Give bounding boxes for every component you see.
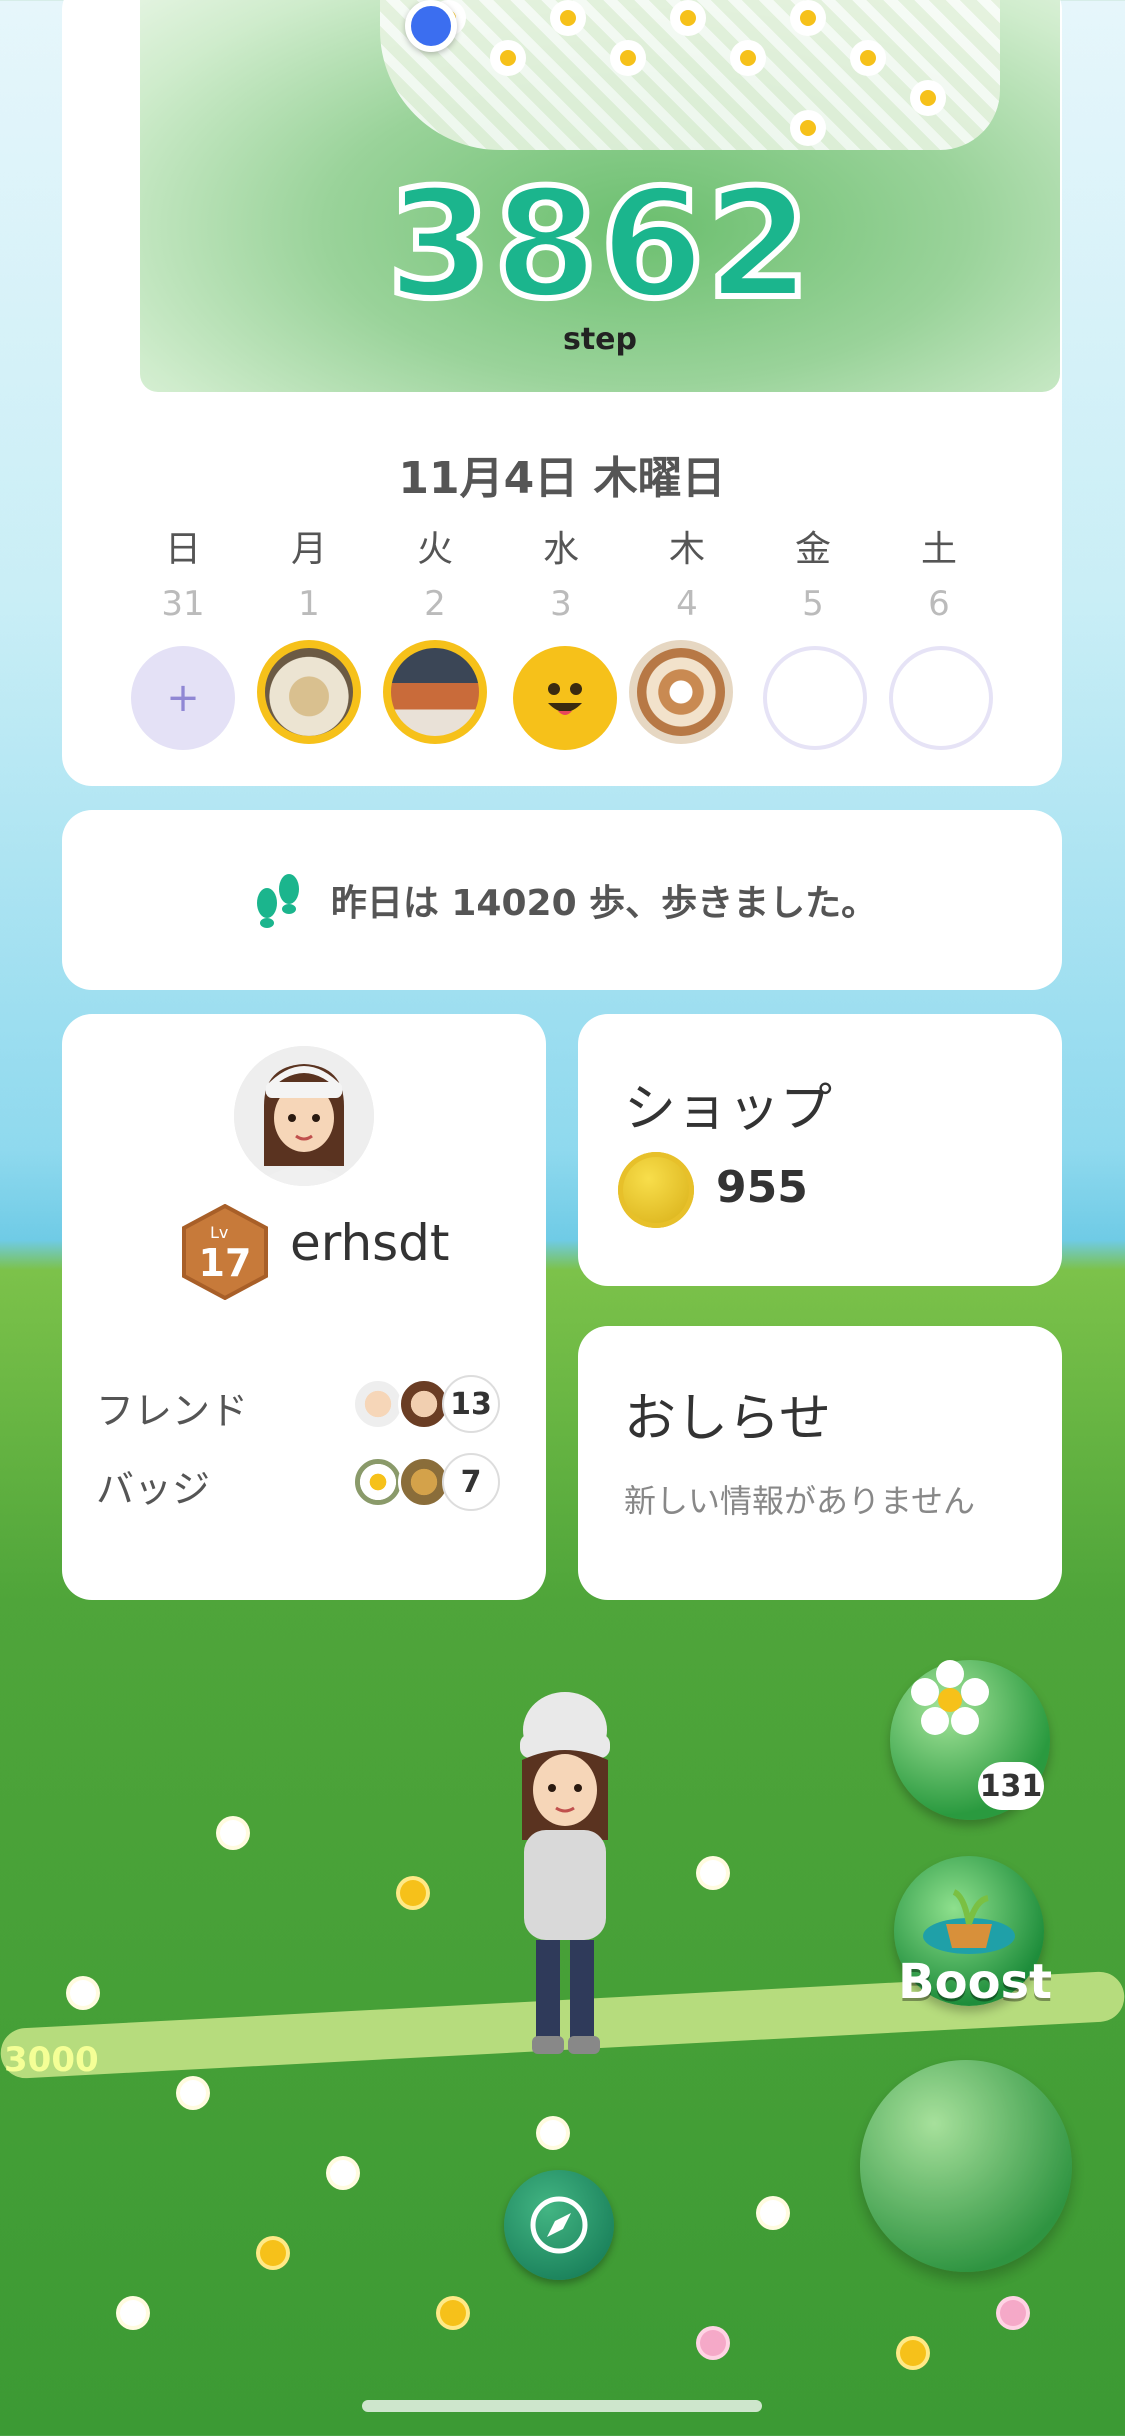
boost-label: Boost [898, 1954, 1053, 2010]
home-indicator[interactable] [362, 2400, 762, 2412]
weekday-date: 2 [424, 584, 446, 624]
compass-button[interactable] [504, 2170, 614, 2280]
weekday-thu: 木 4 [642, 520, 732, 624]
coin-icon [618, 1152, 694, 1228]
flower-decoration [220, 1820, 246, 1846]
shop-card[interactable]: ショップ 955 [578, 1014, 1062, 1286]
weekday-date: 4 [676, 584, 698, 624]
weekday-tue: 火 2 [390, 520, 480, 624]
flower-decoration [700, 1860, 726, 1886]
add-memory-button[interactable]: + [131, 646, 235, 750]
badges-label: バッジ [96, 1467, 211, 1511]
news-empty-message: 新しい情報がありません [624, 1482, 976, 1520]
profile-card[interactable]: Lv 17 erhsdt フレンド 13 バッジ 7 [62, 1014, 546, 1600]
weekday-label: 土 [920, 529, 957, 570]
flower-decoration [700, 2330, 726, 2356]
weekday-date: 5 [802, 584, 824, 624]
yesterday-steps-text: 昨日は 14020 歩、歩きました。 [330, 883, 878, 924]
planting-orb-button[interactable] [860, 2060, 1072, 2272]
level-prefix: Lv [210, 1223, 228, 1242]
weekday-date: 3 [550, 584, 572, 624]
flower-decoration [70, 1980, 96, 2006]
day-empty-fri[interactable] [763, 646, 867, 750]
date-title: 11月4日 木曜日 [398, 453, 726, 504]
weekday-wed: 水 3 [516, 520, 606, 624]
flower-decoration [540, 2120, 566, 2146]
day-photo-thu[interactable] [629, 640, 733, 744]
path-milestone-label: 3000 [4, 2040, 99, 2080]
badges-count[interactable]: 7 [442, 1453, 500, 1511]
flower-decoration [260, 2240, 286, 2266]
flower-decoration [400, 1880, 426, 1906]
mii-avatar-icon [234, 1046, 374, 1186]
step-unit-label: step [562, 322, 638, 357]
day-photo-mon[interactable] [257, 640, 361, 744]
flower-decoration [1000, 2300, 1026, 2326]
friends-label: フレンド [96, 1389, 249, 1433]
footprints-icon [256, 874, 299, 928]
flower-decoration [440, 2300, 466, 2326]
weekday-sun: 日 31 [138, 520, 228, 624]
coin-balance: 955 [716, 1162, 808, 1213]
weekday-fri: 金 5 [768, 520, 858, 624]
step-count: 3862 [384, 155, 813, 335]
flower-decoration [120, 2300, 146, 2326]
friends-count[interactable]: 13 [442, 1375, 500, 1433]
day-emoji-wed[interactable] [513, 646, 617, 750]
weekday-date: 1 [298, 584, 320, 624]
weekday-sat: 土 6 [894, 520, 984, 624]
weekday-label: 火 [416, 529, 453, 570]
flower-map[interactable]: 3862 step [140, 0, 1060, 392]
avatar[interactable] [234, 1046, 374, 1186]
shop-title: ショップ [624, 1079, 833, 1139]
level-badge-icon: Lv 17 [182, 1204, 268, 1300]
flower-decoration [180, 2080, 206, 2106]
flower-decoration [900, 2340, 926, 2366]
weekday-date: 31 [161, 584, 205, 624]
compass-icon [530, 2196, 588, 2254]
news-card[interactable]: おしらせ 新しい情報がありません [578, 1326, 1062, 1600]
flower-decoration [330, 2160, 356, 2186]
weekday-label: 日 [164, 529, 201, 570]
flower-decoration [760, 2200, 786, 2226]
current-location-marker [405, 0, 457, 52]
player-mii-character[interactable] [500, 1690, 630, 2070]
weekday-mon: 月 1 [264, 520, 354, 624]
weekday-label: 月 [290, 529, 327, 570]
flower-count-badge: 131 [978, 1762, 1044, 1810]
weekday-label: 金 [794, 529, 831, 570]
weekday-label: 水 [542, 529, 579, 570]
weekday-date: 6 [928, 584, 950, 624]
friend-avatar[interactable] [352, 1378, 404, 1430]
news-title: おしらせ [624, 1389, 831, 1449]
day-empty-sat[interactable] [889, 646, 993, 750]
smiley-face-icon [548, 683, 582, 715]
badge-icon[interactable] [352, 1456, 404, 1508]
username: erhsdt [290, 1214, 450, 1272]
step-calendar-card: 3862 step 11月4日 木曜日 日 31 月 1 火 2 水 3 木 4… [62, 0, 1062, 786]
level-number: 17 [199, 1241, 252, 1285]
weekday-label: 木 [668, 529, 705, 570]
yesterday-steps-card[interactable]: 昨日は 14020 歩、歩きました。 [62, 810, 1062, 990]
day-photo-tue[interactable] [383, 640, 487, 744]
